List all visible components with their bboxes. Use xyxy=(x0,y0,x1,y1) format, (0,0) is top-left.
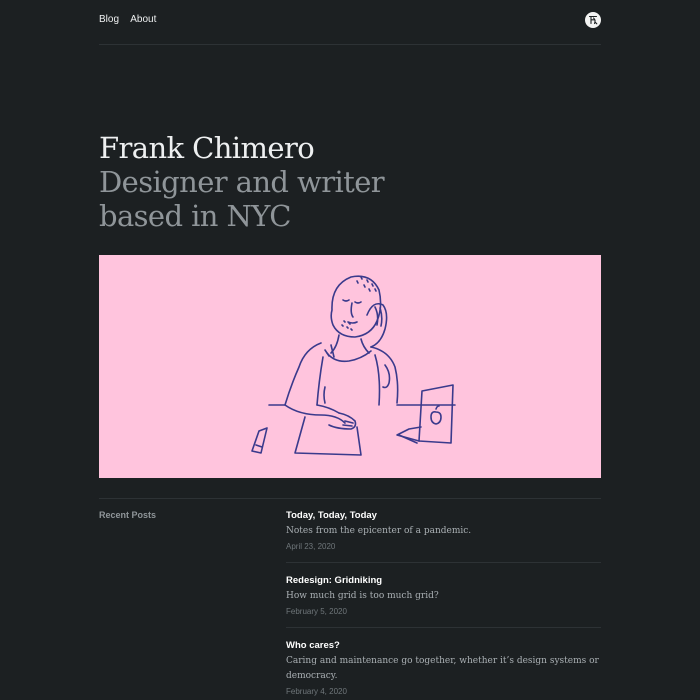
recent-posts-label: Recent Posts xyxy=(99,510,157,520)
post-description: Notes from the epicenter of a pandemic. xyxy=(286,526,472,536)
hero-heading: Frank Chimero Designer and writer based … xyxy=(99,131,601,233)
nav-links: Blog About xyxy=(99,14,165,26)
nav-link-about[interactable]: About xyxy=(130,14,156,25)
hero-tagline: Designer and writer based in NYC xyxy=(99,165,385,233)
fc-monogram-icon[interactable] xyxy=(585,12,601,28)
recent-posts-list: Today, Today, Today Notes from the epice… xyxy=(286,509,601,700)
post-description: How much grid is too much grid? xyxy=(286,591,439,601)
post-date: February 5, 2020 xyxy=(286,607,347,616)
post-title-link[interactable]: Redesign: Gridniking xyxy=(286,574,601,587)
post-item: Who cares? Caring and maintenance go tog… xyxy=(286,639,601,700)
post-date: February 4, 2020 xyxy=(286,687,347,696)
post-description: Caring and maintenance go together, whet… xyxy=(286,656,599,681)
hero-name: Frank Chimero xyxy=(99,131,315,165)
nav-link-blog[interactable]: Blog xyxy=(99,14,119,25)
post-title-link[interactable]: Today, Today, Today xyxy=(286,509,601,522)
man-at-laptop-illustration xyxy=(99,255,601,478)
top-nav: Blog About xyxy=(99,0,601,45)
post-date: April 23, 2020 xyxy=(286,542,336,551)
post-item: Today, Today, Today Notes from the epice… xyxy=(286,509,601,563)
post-item: Redesign: Gridniking How much grid is to… xyxy=(286,574,601,628)
section-divider xyxy=(99,498,601,499)
post-title-link[interactable]: Who cares? xyxy=(286,639,601,652)
